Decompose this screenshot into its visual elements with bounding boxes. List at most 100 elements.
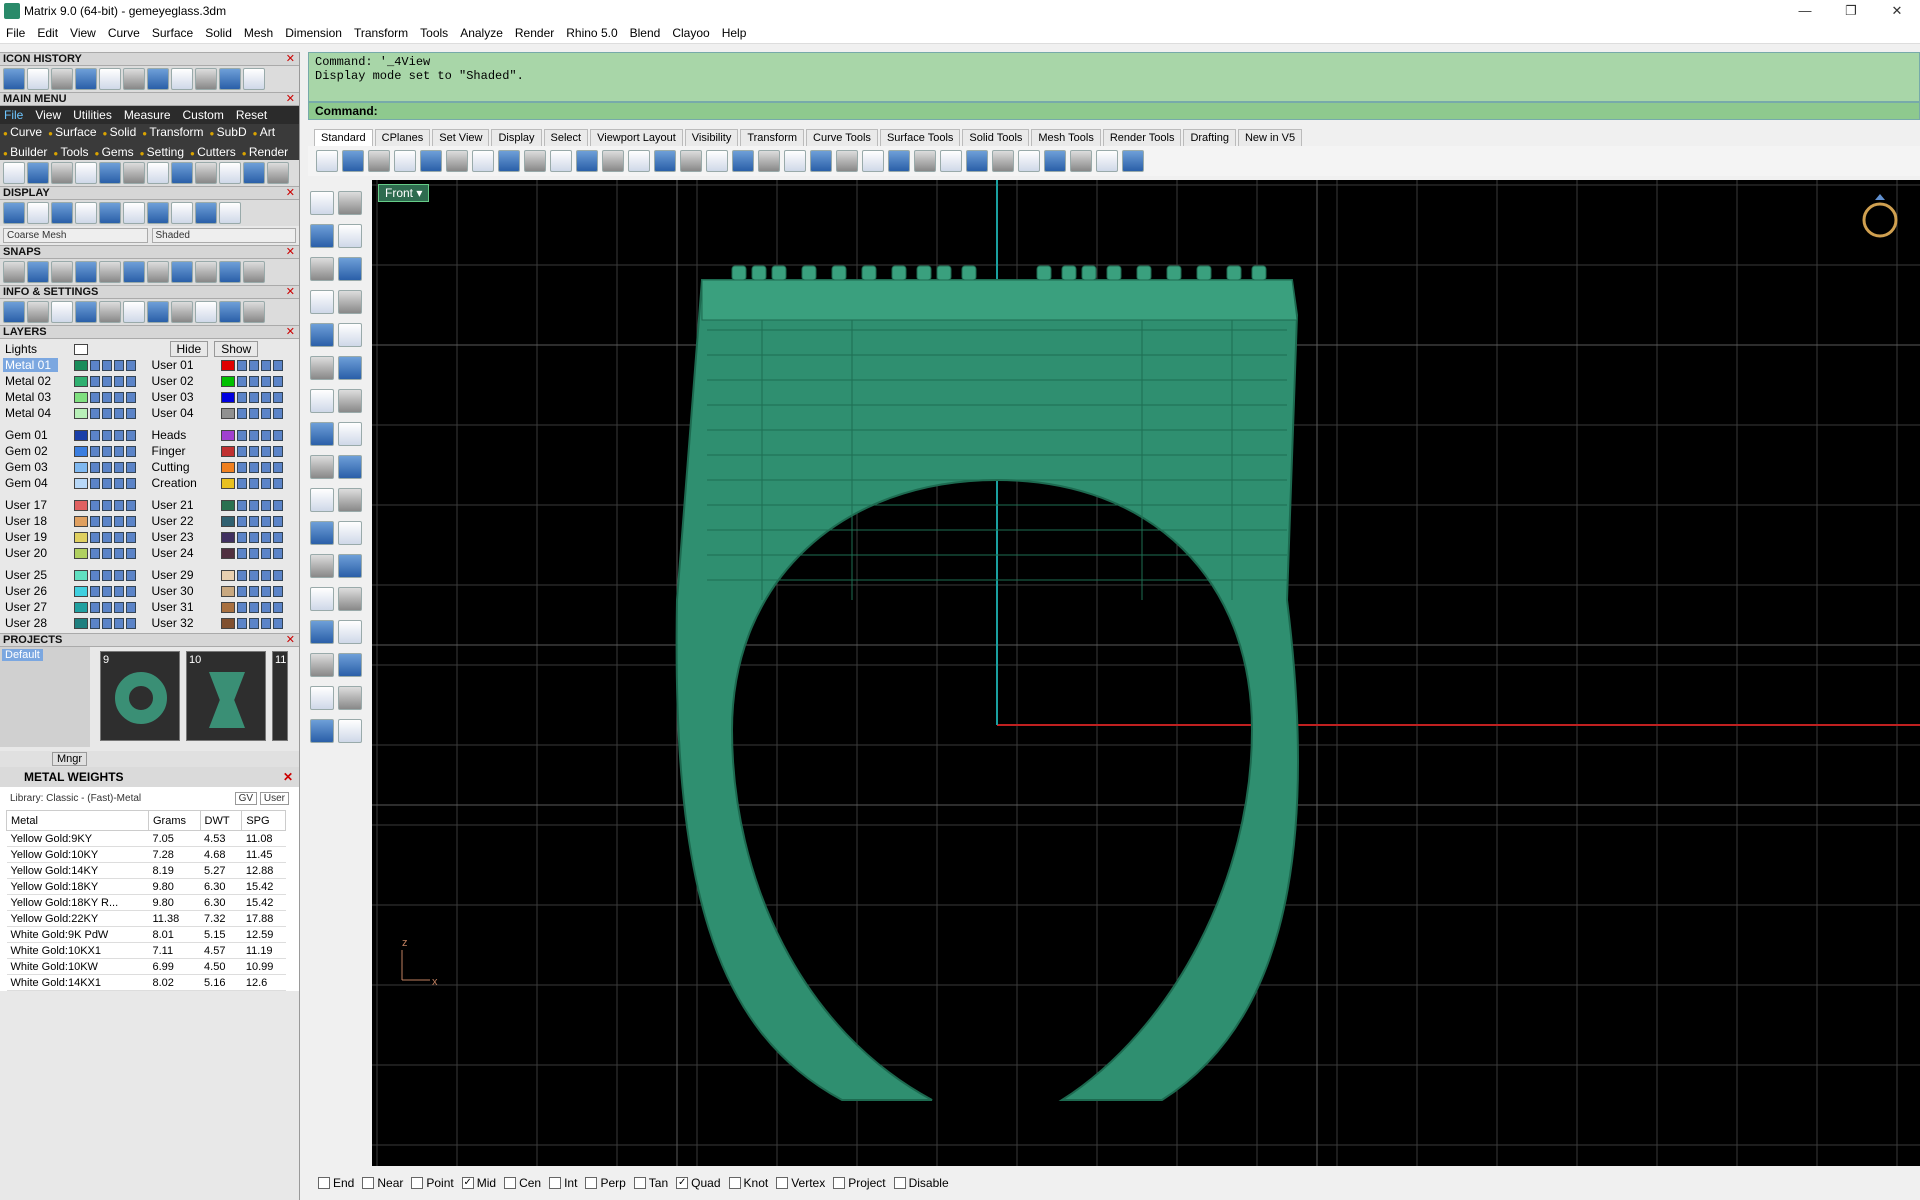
layer-name[interactable]: User 04 [150, 406, 205, 420]
main-menu-category[interactable]: Render [242, 145, 288, 159]
layer-toggle-icon[interactable] [272, 429, 283, 441]
tool-icon[interactable] [75, 261, 97, 283]
layer-toggle-icon[interactable] [272, 601, 283, 613]
layer-toggle-icon[interactable] [102, 391, 112, 403]
tool-icon[interactable] [310, 653, 334, 677]
layer-entry[interactable]: User 26 [3, 584, 150, 598]
layer-name[interactable]: User 31 [150, 600, 205, 614]
tool-icon[interactable] [219, 261, 241, 283]
tool-icon[interactable] [27, 301, 49, 323]
layer-name[interactable]: User 22 [150, 514, 205, 528]
menu-transform[interactable]: Transform [348, 26, 414, 40]
tool-icon[interactable] [123, 261, 145, 283]
layer-toggle-icon[interactable] [248, 445, 259, 457]
tool-icon[interactable] [51, 68, 73, 90]
layer-entry[interactable]: Gem 04 [3, 476, 150, 490]
layer-name[interactable]: User 19 [3, 530, 58, 544]
osnap-int[interactable]: Int [549, 1176, 577, 1190]
tool-icon[interactable] [3, 301, 25, 323]
layer-toggle-icon[interactable] [90, 407, 100, 419]
osnap-knot[interactable]: Knot [728, 1176, 768, 1190]
layer-color-swatch[interactable] [220, 617, 235, 629]
layer-toggle-icon[interactable] [272, 547, 283, 559]
layer-toggle-icon[interactable] [260, 617, 271, 629]
close-button[interactable]: ✕ [1874, 0, 1920, 22]
tool-icon[interactable] [1070, 150, 1092, 172]
layer-toggle-icon[interactable] [260, 547, 271, 559]
table-row[interactable]: White Gold:10KW 6.99 4.50 10.99 [6, 958, 286, 975]
layer-name[interactable]: User 32 [150, 616, 205, 630]
layer-toggle-icon[interactable] [102, 547, 112, 559]
osnap-project[interactable]: Project [833, 1176, 886, 1190]
tab-cplanes[interactable]: CPlanes [374, 129, 431, 146]
osnap-checkbox[interactable] [504, 1177, 517, 1189]
layer-name[interactable]: User 28 [3, 616, 58, 630]
layer-toggle-icon[interactable] [272, 585, 283, 597]
tab-standard[interactable]: Standard [314, 129, 373, 146]
layer-toggle-icon[interactable] [236, 359, 247, 371]
tool-icon[interactable] [628, 150, 650, 172]
layer-toggle-icon[interactable] [102, 375, 112, 387]
layer-toggle-icon[interactable] [248, 477, 259, 489]
layer-color-swatch[interactable] [220, 569, 235, 581]
layer-name[interactable]: User 18 [3, 514, 58, 528]
layer-color-swatch[interactable] [220, 601, 235, 613]
menu-analyze[interactable]: Analyze [454, 26, 509, 40]
tab-visibility[interactable]: Visibility [684, 129, 739, 146]
layer-entry[interactable]: Finger [150, 444, 297, 458]
layer-entry[interactable]: User 22 [150, 514, 297, 528]
menu-rhino-5-0[interactable]: Rhino 5.0 [560, 26, 623, 40]
tool-icon[interactable] [3, 68, 25, 90]
layer-color-swatch[interactable] [74, 477, 88, 489]
layer-toggle-icon[interactable] [236, 569, 247, 581]
layer-toggle-icon[interactable] [114, 531, 124, 543]
osnap-end[interactable]: End [318, 1176, 354, 1190]
tool-icon[interactable] [99, 162, 121, 184]
layer-toggle-icon[interactable] [248, 359, 259, 371]
tool-icon[interactable] [914, 150, 936, 172]
tool-icon[interactable] [338, 686, 362, 710]
main-menu-category[interactable]: Art [253, 125, 275, 139]
layer-name[interactable]: Gem 01 [3, 428, 58, 442]
layer-toggle-icon[interactable] [236, 429, 247, 441]
tool-icon[interactable] [27, 162, 49, 184]
hide-button[interactable]: Hide [169, 341, 209, 357]
layer-toggle-icon[interactable] [236, 531, 247, 543]
layer-toggle-icon[interactable] [90, 531, 100, 543]
layer-entry[interactable]: Creation [150, 476, 297, 490]
tool-icon[interactable] [171, 202, 193, 224]
layer-color-swatch[interactable] [74, 429, 88, 441]
tool-icon[interactable] [338, 422, 362, 446]
layer-toggle-icon[interactable] [248, 531, 259, 543]
layer-toggle-icon[interactable] [102, 531, 112, 543]
tab-curve-tools[interactable]: Curve Tools [806, 129, 878, 146]
tool-icon[interactable] [524, 150, 546, 172]
osnap-checkbox[interactable] [893, 1177, 906, 1189]
tool-icon[interactable] [195, 261, 217, 283]
tool-icon[interactable] [310, 224, 334, 248]
layer-toggle-icon[interactable] [260, 585, 271, 597]
tool-icon[interactable] [310, 290, 334, 314]
tab-new-in-v5[interactable]: New in V5 [1237, 129, 1303, 146]
column-header[interactable]: SPG [241, 810, 286, 831]
layer-toggle-icon[interactable] [248, 601, 259, 613]
tool-icon[interactable] [784, 150, 806, 172]
tool-icon[interactable] [862, 150, 884, 172]
layer-color-swatch[interactable] [220, 515, 235, 527]
layer-name[interactable]: Creation [150, 476, 205, 490]
tab-viewport-layout[interactable]: Viewport Layout [590, 129, 683, 146]
tool-icon[interactable] [1018, 150, 1040, 172]
tool-icon[interactable] [472, 150, 494, 172]
layer-color-swatch[interactable] [74, 569, 88, 581]
tool-icon[interactable] [310, 686, 334, 710]
layer-toggle-icon[interactable] [102, 515, 112, 527]
tool-icon[interactable] [123, 68, 145, 90]
layer-color-swatch[interactable] [74, 585, 88, 597]
layer-color-swatch[interactable] [74, 617, 88, 629]
main-menu-category[interactable]: SubD [210, 125, 247, 139]
tool-icon[interactable] [310, 389, 334, 413]
tool-icon[interactable] [310, 719, 334, 743]
layer-color-swatch[interactable] [74, 375, 88, 387]
layer-toggle-icon[interactable] [236, 499, 247, 511]
osnap-checkbox[interactable] [633, 1177, 646, 1189]
